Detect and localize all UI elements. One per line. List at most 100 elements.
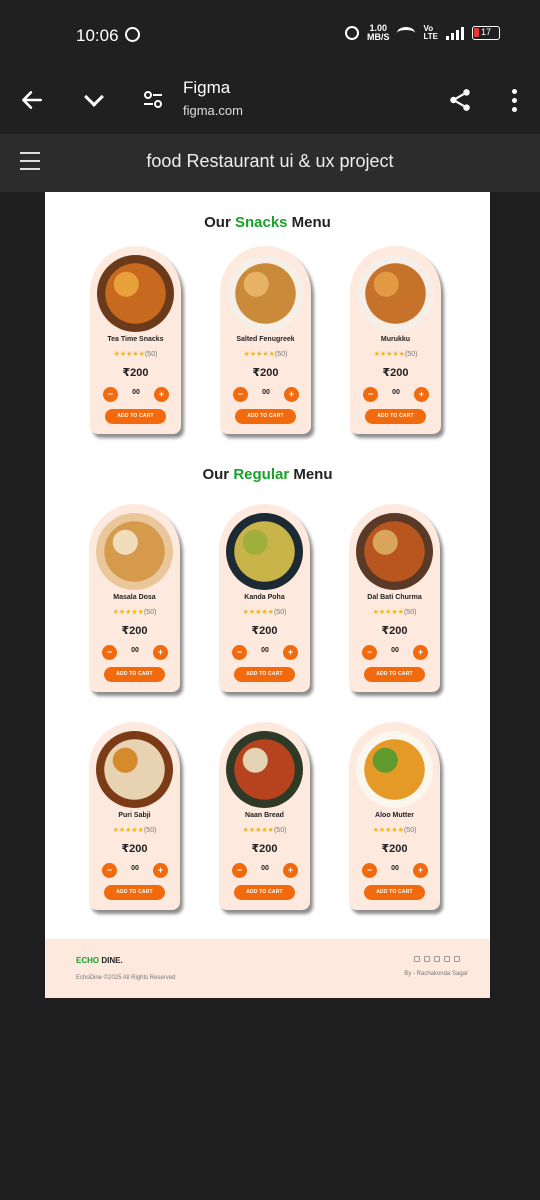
add-to-cart-button[interactable]: ADD TO CART bbox=[364, 885, 425, 900]
site-title: Figma bbox=[183, 78, 231, 97]
increase-quantity-button[interactable]: + bbox=[154, 387, 169, 402]
decrease-quantity-button[interactable]: − bbox=[102, 863, 117, 878]
volte-bottom: LTE bbox=[423, 32, 438, 41]
rating-stars: ★★★★★ bbox=[372, 827, 404, 834]
add-to-cart-button[interactable]: ADD TO CART bbox=[234, 885, 295, 900]
decrease-quantity-button[interactable]: − bbox=[233, 387, 248, 402]
add-to-cart-button[interactable]: ADD TO CART bbox=[235, 409, 296, 424]
facebook-icon[interactable] bbox=[434, 956, 440, 962]
rating-count: (50) bbox=[404, 351, 418, 358]
file-title: food Restaurant ui & ux project bbox=[146, 151, 394, 171]
decrease-quantity-button[interactable]: − bbox=[103, 387, 118, 402]
decrease-quantity-button[interactable]: − bbox=[232, 645, 247, 660]
snacks-title-suffix: Menu bbox=[287, 214, 331, 231]
rating-stars: ★★★★★ bbox=[113, 351, 145, 358]
whatsapp-icon bbox=[125, 27, 140, 42]
dish-image bbox=[96, 513, 173, 590]
add-to-cart-button[interactable]: ADD TO CART bbox=[234, 667, 295, 682]
quantity-value: 00 bbox=[261, 865, 269, 872]
quantity-stepper: − 00 + bbox=[232, 863, 298, 879]
quantity-value: 00 bbox=[132, 389, 140, 396]
dish-rating: ★★★★★(50) bbox=[350, 350, 441, 358]
menu-card: Naan Bread ★★★★★(50) ₹200− 00 + ADD TO CART bbox=[219, 722, 310, 910]
dribbble-icon[interactable] bbox=[454, 956, 460, 962]
dish-rating: ★★★★★(50) bbox=[219, 608, 310, 616]
share-button[interactable] bbox=[442, 82, 478, 118]
dish-name: Naan Bread bbox=[245, 812, 284, 819]
rating-count: (50) bbox=[143, 827, 157, 834]
add-to-cart-button[interactable]: ADD TO CART bbox=[364, 667, 425, 682]
increase-quantity-button[interactable]: + bbox=[153, 645, 168, 660]
decrease-quantity-button[interactable]: − bbox=[362, 645, 377, 660]
increase-quantity-button[interactable]: + bbox=[283, 645, 298, 660]
rating-count: (50) bbox=[273, 609, 287, 616]
dish-rating: ★★★★★(50) bbox=[349, 608, 440, 616]
quantity-value: 00 bbox=[131, 865, 139, 872]
network-speed: 1.00 MB/S bbox=[367, 24, 390, 42]
chevron-down-icon bbox=[84, 87, 104, 107]
rating-count: (50) bbox=[273, 827, 287, 834]
add-to-cart-button[interactable]: ADD TO CART bbox=[104, 667, 165, 682]
menu-card: Murukku ★★★★★(50) ₹200− 00 + ADD TO CART bbox=[350, 246, 441, 434]
site-settings-button[interactable] bbox=[138, 84, 168, 114]
quantity-value: 00 bbox=[261, 647, 269, 654]
add-to-cart-button[interactable]: ADD TO CART bbox=[365, 409, 426, 424]
increase-quantity-button[interactable]: + bbox=[413, 645, 428, 660]
quantity-stepper: − 00 + bbox=[362, 645, 428, 661]
quantity-stepper: − 00 + bbox=[103, 387, 169, 403]
decrease-quantity-button[interactable]: − bbox=[362, 863, 377, 878]
dish-price: ₹200 bbox=[121, 843, 148, 855]
menu-card: Kanda Poha ★★★★★(50) ₹200− 00 + ADD TO CART bbox=[219, 504, 310, 692]
minimize-button[interactable] bbox=[76, 82, 112, 118]
quantity-value: 00 bbox=[391, 865, 399, 872]
more-options-button[interactable] bbox=[502, 82, 526, 118]
linkedin-icon[interactable] bbox=[424, 956, 430, 962]
dish-image bbox=[356, 513, 433, 590]
dish-name: Murukku bbox=[380, 336, 411, 343]
menu-card: Salted Fenugreek ★★★★★(50) ₹200− 00 + ADD TO … bbox=[220, 246, 311, 434]
increase-quantity-button[interactable]: + bbox=[153, 863, 168, 878]
dish-price: ₹200 bbox=[122, 367, 149, 379]
rating-count: (50) bbox=[403, 609, 417, 616]
increase-quantity-button[interactable]: + bbox=[414, 387, 429, 402]
menu-card: Puri Sabji ★★★★★(50) ₹200− 00 + ADD TO CART bbox=[89, 722, 180, 910]
clock: 10:06 bbox=[76, 26, 119, 45]
dish-rating: ★★★★★(50) bbox=[219, 826, 310, 834]
rating-count: (50) bbox=[144, 351, 158, 358]
rating-stars: ★★★★★ bbox=[242, 609, 274, 616]
menu-card: Masala Dosa ★★★★★(50) ₹200− 00 + ADD TO CART bbox=[89, 504, 180, 692]
dish-image bbox=[226, 513, 303, 590]
network-speed-unit: MB/S bbox=[366, 32, 390, 42]
regular-section-title: Our Regular Menu bbox=[45, 466, 490, 483]
increase-quantity-button[interactable]: + bbox=[284, 387, 299, 402]
decrease-quantity-button[interactable]: − bbox=[102, 645, 117, 660]
site-url[interactable]: figma.com bbox=[183, 103, 243, 118]
social-icons bbox=[414, 956, 460, 962]
rating-stars: ★★★★★ bbox=[112, 609, 144, 616]
increase-quantity-button[interactable]: + bbox=[413, 863, 428, 878]
decrease-quantity-button[interactable]: − bbox=[232, 863, 247, 878]
dish-price: ₹200 bbox=[381, 625, 408, 637]
dish-name: Masala Dosa bbox=[113, 594, 156, 601]
decrease-quantity-button[interactable]: − bbox=[363, 387, 378, 402]
figma-canvas[interactable]: Our Snacks Menu Our Regular Menu Tea Tim… bbox=[0, 192, 540, 1200]
figma-header: food Restaurant ui & ux project bbox=[0, 134, 540, 192]
dish-image bbox=[96, 731, 173, 808]
back-button[interactable] bbox=[14, 82, 50, 118]
quantity-value: 00 bbox=[391, 647, 399, 654]
rating-count: (50) bbox=[143, 609, 157, 616]
add-to-cart-button[interactable]: ADD TO CART bbox=[104, 885, 165, 900]
add-to-cart-button[interactable]: ADD TO CART bbox=[105, 409, 166, 424]
dish-rating: ★★★★★(50) bbox=[89, 826, 180, 834]
increase-quantity-button[interactable]: + bbox=[283, 863, 298, 878]
dish-rating: ★★★★★(50) bbox=[89, 608, 180, 616]
instagram-icon[interactable] bbox=[414, 956, 420, 962]
battery-icon: 17 bbox=[472, 26, 500, 40]
dish-rating: ★★★★★(50) bbox=[349, 826, 440, 834]
quantity-value: 00 bbox=[262, 389, 270, 396]
quantity-stepper: − 00 + bbox=[233, 387, 299, 403]
footer: ECHO DINE. EchoDine ©2025 All Rights Res… bbox=[45, 939, 490, 998]
wifi-icon bbox=[397, 27, 416, 39]
rating-stars: ★★★★★ bbox=[243, 351, 275, 358]
twitter-icon[interactable] bbox=[444, 956, 450, 962]
